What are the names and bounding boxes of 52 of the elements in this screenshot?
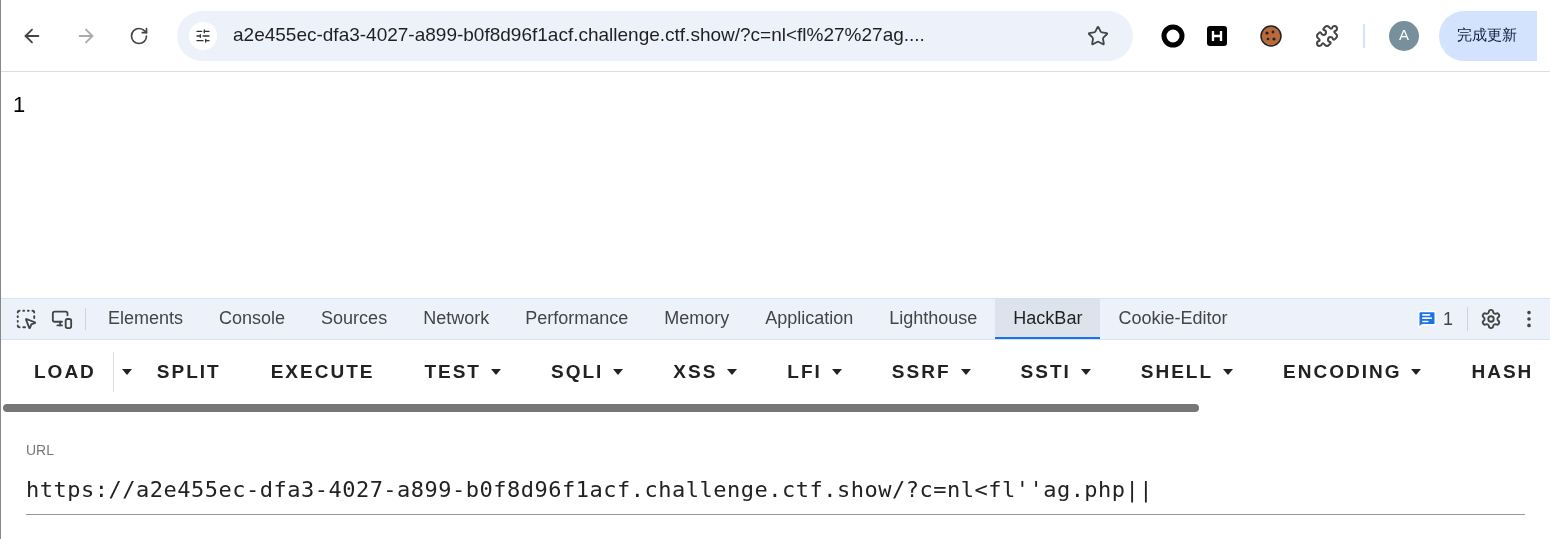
extension-square-icon[interactable] (1207, 25, 1227, 46)
hackbar-menu-button[interactable]: ENCODING (1266, 352, 1439, 392)
cookie-icon[interactable] (1259, 23, 1283, 48)
settings-icon[interactable] (1480, 308, 1502, 330)
caret-icon (727, 369, 738, 375)
hackbar-button[interactable]: LOAD (17, 352, 113, 392)
hackbar-menu-button[interactable]: SQLI (534, 352, 641, 392)
caret-icon (1411, 369, 1422, 375)
devtools-tab[interactable]: HackBar (995, 299, 1101, 339)
caret-icon (831, 369, 842, 375)
caret-icon (1223, 369, 1234, 375)
hackbar-menu-button[interactable]: SSTI (1003, 352, 1108, 392)
update-button[interactable]: 完成更新 (1439, 10, 1537, 61)
issues-icon[interactable] (1417, 309, 1437, 329)
hackbar-button[interactable]: EXECUTE (253, 352, 392, 392)
url-label: URL (26, 441, 55, 460)
url-field[interactable]: URL https://a2e455ec-dfa3-4027-a899-b0f8d96f1acf.challenge.ctf.show/?c=nl<fl''ag.php|| (26, 440, 1525, 515)
caret-icon (960, 369, 971, 375)
devtools-tab[interactable]: Console (201, 299, 304, 339)
caret-icon (491, 369, 501, 375)
hackbar-button[interactable]: SPLIT (139, 352, 238, 392)
caret-icon (1080, 369, 1091, 375)
caret-icon (613, 369, 624, 375)
hackbar-menu-button[interactable]: SHELL (1123, 352, 1251, 392)
devtools-tab[interactable]: Sources (303, 299, 406, 339)
bookmark-star-icon[interactable] (1087, 24, 1109, 47)
sliders-icon (195, 27, 211, 44)
page-text: 1 (13, 92, 26, 117)
devtools-tab[interactable]: Performance (507, 299, 647, 339)
device-toolbar-icon[interactable] (51, 308, 73, 330)
url-value: https://a2e455ec-dfa3-4027-a899-b0f8d96f1acf.challenge.ctf.show/?c=nl<fl''ag.php|| (26, 476, 1155, 505)
ring-extension-icon[interactable] (1161, 23, 1185, 48)
scrollbar-thumb[interactable] (3, 404, 1199, 412)
issues-count: 1 (1443, 307, 1453, 331)
devtools-tab[interactable]: Memory (646, 299, 748, 339)
inspect-element-icon[interactable] (15, 308, 37, 330)
devtools-tab[interactable]: Cookie-Editor (1100, 299, 1246, 339)
devtools-tab[interactable]: Application (747, 299, 872, 339)
address-bar[interactable]: a2e455ec-dfa3-4027-a899-b0f8d96f1acf.challenge.ctf.show/?c=nl<fl%27%27ag.... (177, 10, 1133, 61)
hackbar-menu-button[interactable]: SSRF (874, 352, 988, 392)
hackbar-menu-button[interactable]: LFI (770, 352, 859, 392)
hackbar-menu-button[interactable]: XSS (656, 352, 755, 392)
hackbar-button[interactable]: HASH (1454, 352, 1550, 392)
extensions-puzzle-icon[interactable] (1315, 23, 1339, 48)
site-info-button[interactable] (189, 21, 217, 50)
hackbar-menu-button[interactable]: TEST (407, 352, 518, 392)
address-text: a2e455ec-dfa3-4027-a899-b0f8d96f1acf.challenge.ctf.show/?c=nl<fl%27%27ag.... (233, 23, 925, 48)
reload-icon[interactable] (129, 25, 149, 46)
devtools-tab[interactable]: Elements (90, 299, 202, 339)
devtools-tab[interactable]: Network (405, 299, 508, 339)
devtools-tab[interactable]: Lighthouse (871, 299, 996, 339)
caret-icon (121, 369, 132, 375)
